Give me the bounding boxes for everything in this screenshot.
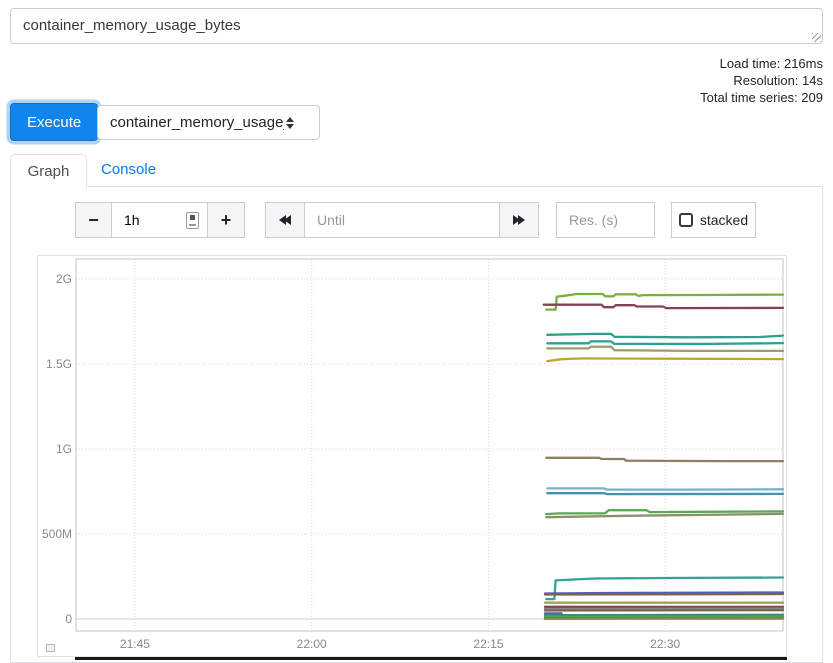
- stacked-label: stacked: [700, 212, 748, 228]
- series-line[interactable]: [547, 358, 783, 361]
- textarea-resize-grip-icon[interactable]: [812, 33, 821, 42]
- total-time-series: Total time series: 209: [700, 89, 823, 106]
- forward-time-button[interactable]: [499, 202, 539, 238]
- select-updown-icon: [286, 117, 294, 129]
- y-tick-label: 0: [38, 612, 72, 626]
- resolution-input[interactable]: [556, 202, 655, 238]
- tab-console[interactable]: Console: [101, 161, 156, 178]
- chart-area[interactable]: 0 500M 1G 1.5G 2G 21:45 22:00 22:15 22:30: [37, 255, 787, 657]
- duration-control: − +: [75, 202, 245, 238]
- series-line[interactable]: [544, 305, 783, 308]
- y-tick-label: 500M: [38, 527, 72, 541]
- metric-select-value: container_memory_usage_bytes: [98, 114, 284, 131]
- chart-resize-grip[interactable]: [46, 644, 55, 652]
- stacked-toggle[interactable]: stacked: [671, 202, 756, 238]
- back-time-button[interactable]: [265, 202, 305, 238]
- series-line[interactable]: [546, 578, 783, 600]
- stacked-checkbox-icon[interactable]: [679, 213, 693, 227]
- legend-top-bar: [75, 657, 787, 660]
- number-stepper-icon[interactable]: [186, 212, 199, 229]
- series-line[interactable]: [546, 458, 783, 461]
- x-tick-label: 22:15: [460, 637, 516, 651]
- load-time: Load time: 216ms: [700, 55, 823, 72]
- graph-svg: [38, 256, 788, 658]
- until-input[interactable]: [304, 202, 500, 238]
- series-line[interactable]: [547, 341, 783, 344]
- metric-select[interactable]: container_memory_usage_bytes: [97, 105, 320, 140]
- plot-border: [76, 259, 783, 631]
- tab-graph-label: Graph: [28, 163, 70, 180]
- y-tick-label: 1G: [38, 442, 72, 456]
- until-control: [265, 202, 539, 238]
- execute-button[interactable]: Execute: [10, 103, 98, 141]
- decrease-range-button[interactable]: −: [75, 202, 112, 238]
- x-tick-label: 21:45: [107, 637, 163, 651]
- query-stats: Load time: 216ms Resolution: 14s Total t…: [700, 55, 823, 106]
- series-line[interactable]: [547, 347, 783, 351]
- x-tick-label: 22:00: [284, 637, 340, 651]
- series-line[interactable]: [547, 488, 783, 489]
- query-input[interactable]: container_memory_usage_bytes: [10, 8, 823, 44]
- resolution: Resolution: 14s: [700, 72, 823, 89]
- range-input-wrap: [111, 202, 208, 238]
- y-tick-label: 2G: [38, 272, 72, 286]
- tab-graph[interactable]: Graph: [10, 154, 87, 188]
- increase-range-button[interactable]: +: [207, 202, 245, 238]
- x-tick-label: 22:30: [637, 637, 693, 651]
- range-input[interactable]: [112, 212, 172, 228]
- tab-console-label: Console: [101, 161, 156, 178]
- y-tick-label: 1.5G: [38, 357, 72, 371]
- series-line[interactable]: [547, 493, 783, 494]
- series-line[interactable]: [545, 594, 783, 595]
